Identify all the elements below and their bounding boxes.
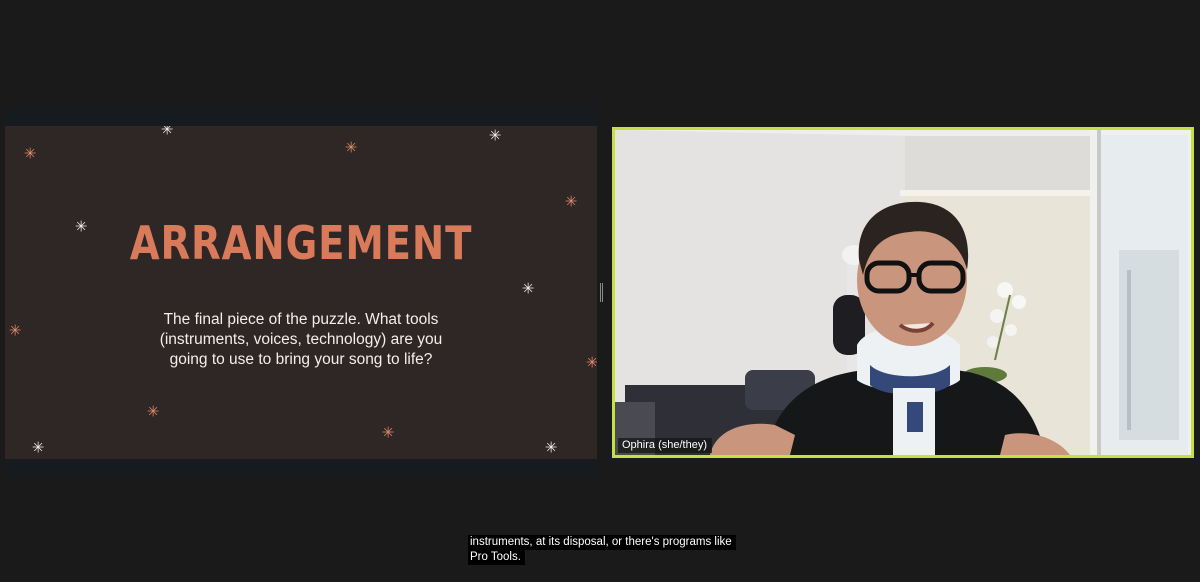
participant-video-tile[interactable]: Ophira (she/they) xyxy=(612,127,1194,458)
caption-line: Pro Tools. xyxy=(468,550,525,565)
sparkle-icon: ✳ xyxy=(8,321,22,340)
slide-body-text: The final piece of the puzzle. What tool… xyxy=(159,311,443,368)
sparkle-icon: ✳ xyxy=(521,279,535,298)
participant-video-feed xyxy=(615,130,1191,455)
presentation-slide: ✳ ✳ ✳ ✳ ✳ ✳ ✳ ✳ ✳ ✳ ✳ ✳ ✳ ARRANGEMENT Th… xyxy=(5,126,597,459)
screen-share-panel[interactable]: ✳ ✳ ✳ ✳ ✳ ✳ ✳ ✳ ✳ ✳ ✳ ✳ ✳ ARRANGEMENT Th… xyxy=(5,108,597,477)
sparkle-icon: ✳ xyxy=(381,423,395,442)
sparkle-icon: ✳ xyxy=(544,438,558,457)
split-view-handle[interactable] xyxy=(600,283,603,302)
sparkle-icon: ✳ xyxy=(344,138,358,157)
sparkle-icon: ✳ xyxy=(31,438,45,457)
sparkle-icon: ✳ xyxy=(488,126,502,145)
sparkle-icon: ✳ xyxy=(23,144,37,163)
caption-line: instruments, at its disposal, or there's… xyxy=(468,535,736,550)
meeting-window: ✳ ✳ ✳ ✳ ✳ ✳ ✳ ✳ ✳ ✳ ✳ ✳ ✳ ARRANGEMENT Th… xyxy=(0,0,1200,582)
slide-title: ARRANGEMENT xyxy=(129,216,473,270)
sparkle-icon: ✳ xyxy=(160,126,174,139)
live-captions: instruments, at its disposal, or there's… xyxy=(468,535,736,565)
participant-name-label: Ophira (she/they) xyxy=(618,438,712,453)
sparkle-icon: ✳ xyxy=(146,402,160,421)
sparkle-icon: ✳ xyxy=(564,192,578,211)
sparkle-icon: ✳ xyxy=(585,353,597,372)
